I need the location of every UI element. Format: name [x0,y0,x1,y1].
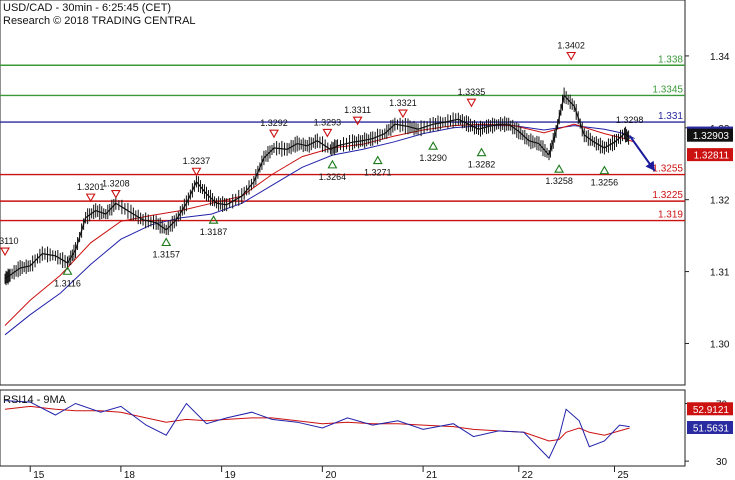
resistance-marker [566,51,577,61]
level-label: 1.3345 [652,84,683,95]
annotation-label: 1.3201 [77,182,105,192]
annotation-label: 1.3258 [545,176,573,186]
annotation-label: 1.3271 [364,168,392,178]
annotation-label: 1.3157 [152,250,180,260]
support-marker [599,165,610,175]
level-label: 1.338 [658,54,683,65]
x-tick-label: 20 [325,470,337,480]
resistance-marker [397,109,408,119]
rsi-title: RSI14 - 9MA [3,394,67,406]
annotation-label: 1.3290 [419,153,447,163]
chart-subtitle: Research © 2018 TRADING CENTRAL [3,15,196,27]
annotation-label: 1.3292 [260,118,288,128]
support-marker [208,215,219,224]
support-marker [372,155,383,165]
y-tick-label: 1.30 [710,339,730,350]
support-marker [428,141,439,150]
price-tag-label: 1.32903 [693,131,730,142]
rsi-tag-label: 51.5631 [693,424,730,435]
x-tick-label: 22 [522,470,534,480]
x-tick-label: 15 [33,470,45,480]
price-tag-label: 1.32811 [694,151,730,162]
level-label: 1.3255 [652,164,683,175]
annotation-label: 1.3402 [557,41,585,51]
resistance-marker [0,247,10,257]
level-label: 1.3225 [652,190,683,201]
resistance-marker [322,128,333,138]
resistance-marker [85,193,96,203]
level-label: 1.319 [658,210,683,221]
x-axis: 15 18 19 20 21 22 25 [29,466,629,480]
level-label: 1.331 [658,111,683,122]
support-marker [554,164,565,173]
rsi-tag-label: 52.9121 [693,405,730,416]
chart: 1.3381.33451.3311.32551.32251.319 1.3110… [0,0,733,480]
annotation-label: 1.3321 [389,98,417,108]
annotation-label: 1.3335 [458,87,486,97]
resistance-marker [466,98,477,108]
annotation-label: 1.3256 [591,178,619,188]
annotation-label: 1.3237 [183,156,211,166]
rsi-layer: 307052.912151.5631 [4,400,733,468]
x-tick-label: 18 [124,470,136,480]
annotation-label: 1.3264 [319,172,347,182]
levels-layer: 1.338 1.3345 1.331 1.3255 1.3225 1.319 [0,54,685,222]
y-tick-label: 1.34 [710,52,730,63]
annotation-label: 1.3110 [0,236,18,246]
annotation-label: 1.3311 [344,105,371,115]
support-marker [476,147,487,157]
moving-average-line [4,125,635,336]
resistance-marker [110,189,121,199]
annotation-label: 1.3187 [200,227,228,237]
annotations-layer: 1.3110 1.3116 1.32011.3208 1.3157 1.3237 1.31… [0,41,656,288]
resistance-marker [352,116,363,126]
support-marker [161,237,172,247]
forecast-arrow-head [645,160,655,171]
y-axis: 1.301.311.321.331.34 [685,52,730,350]
rsi-line [4,400,630,460]
price-tags: 1.329161.329031.32811 [687,126,733,162]
annotation-label: 1.3282 [468,160,496,170]
annotation-label: 1.3293 [314,117,342,127]
support-marker [327,159,338,169]
ma-layer [4,123,635,336]
y-tick-label: 1.31 [710,268,730,279]
x-tick-label: 19 [225,470,237,480]
rsi-tick-label: 30 [716,457,728,468]
annotation-label: 1.3298 [616,115,644,125]
moving-average-line [4,123,635,326]
x-tick-label: 25 [617,470,629,480]
annotation-label: 1.3116 [54,278,81,288]
resistance-marker [269,129,279,139]
annotation-label: 1.3208 [102,179,130,189]
price-panel-frame [0,0,686,386]
y-tick-label: 1.32 [710,196,730,207]
x-tick-label: 21 [426,470,438,480]
chart-title: USD/CAD - 30min - 6:25:45 (CET) [3,2,171,14]
